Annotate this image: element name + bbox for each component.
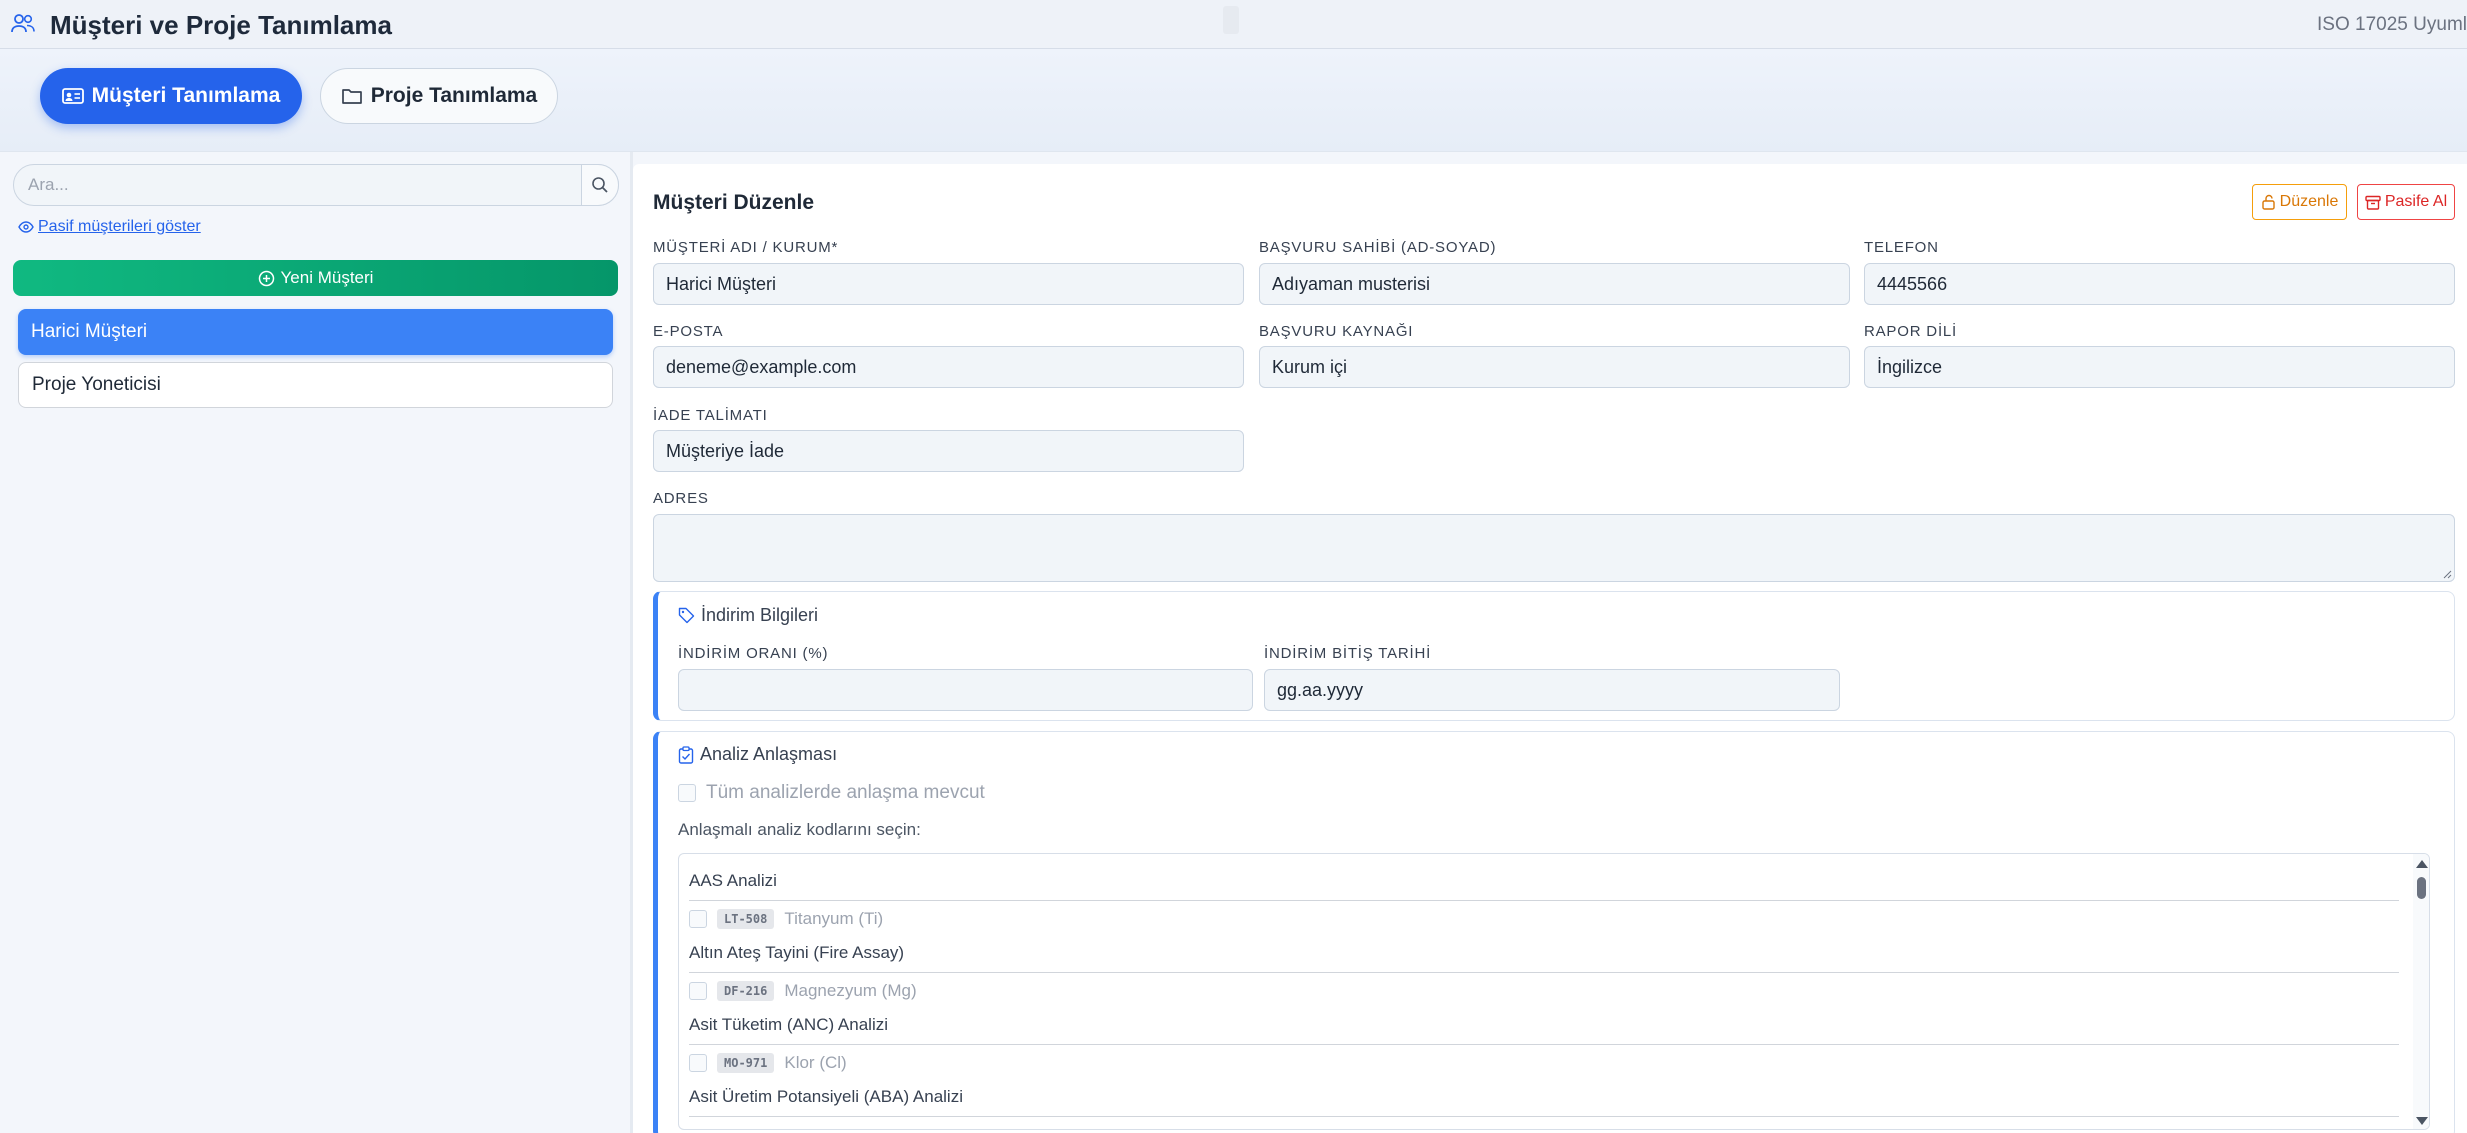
analysis-code-list[interactable]: AAS Analizi LT-508 Titanyum (Ti) Altın A…: [678, 853, 2430, 1130]
resize-grip-icon[interactable]: [2442, 569, 2452, 579]
analysis-group-header: Asit Tüketim (ANC) Analizi: [689, 1015, 889, 1034]
analysis-group-header: Asit Üretim Potansiyeli (ABA) Analizi: [689, 1087, 963, 1106]
customer-name-field[interactable]: Harici Müşteri: [653, 263, 1244, 305]
address-textarea[interactable]: [653, 514, 2455, 582]
drag-handle: [1223, 6, 1239, 34]
customer-name-label: MÜŞTERİ ADI / KURUM*: [653, 239, 839, 256]
search-button[interactable]: [581, 164, 619, 206]
customer-list-item[interactable]: Harici Müşteri: [18, 309, 613, 355]
analysis-item-checkbox[interactable]: [689, 910, 707, 928]
phone-label: TELEFON: [1864, 239, 1939, 256]
analysis-item[interactable]: MO-971 Klor (Cl): [689, 1053, 847, 1073]
analysis-item[interactable]: DF-216 Magnezyum (Mg): [689, 981, 917, 1001]
all-analyses-option: Tüm analizlerde anlaşma mevcut: [678, 782, 985, 804]
analysis-item-checkbox[interactable]: [689, 982, 707, 1000]
analysis-item-checkbox[interactable]: [689, 1054, 707, 1072]
return-instruction-field[interactable]: Müşteriye İade: [653, 430, 1244, 472]
address-label: ADRES: [653, 490, 709, 507]
list-divider: [689, 1044, 2399, 1045]
discount-end-label: İNDİRİM BİTİŞ TARİHİ: [1264, 645, 1432, 662]
folder-icon: [341, 89, 362, 104]
customer-sidebar: Pasif müşterileri göster Yeni Müşteri Ha…: [0, 152, 630, 1133]
search-input[interactable]: [14, 165, 582, 205]
applicant-field[interactable]: Adıyaman musterisi: [1259, 263, 1850, 305]
agreement-title: Analiz Anlaşması: [678, 744, 837, 765]
list-divider: [689, 1116, 2399, 1117]
email-label: E-POSTA: [653, 323, 724, 340]
all-analyses-label: Tüm analizlerde anlaşma mevcut: [706, 782, 985, 803]
unlock-icon: [2261, 194, 2275, 210]
tab-project-label: Proje Tanımlama: [370, 84, 538, 107]
plus-circle-icon: [258, 270, 274, 286]
analysis-item-label: Titanyum (Ti): [784, 909, 884, 928]
select-codes-label: Anlaşmalı analiz kodlarını seçin:: [678, 820, 921, 839]
edit-button-label: Düzenle: [2279, 193, 2339, 210]
report-language-label: RAPOR DİLİ: [1864, 323, 1958, 340]
analysis-group-header: Altın Ateş Tayini (Fire Assay): [689, 943, 905, 962]
users-icon: [11, 14, 35, 33]
discount-section: İndirim Bilgileri İNDİRİM ORANI (%) İNDİ…: [653, 591, 2455, 721]
id-card-icon: [61, 88, 84, 104]
set-passive-button[interactable]: Pasife Al: [2357, 184, 2455, 220]
discount-rate-field[interactable]: [678, 669, 1253, 711]
source-label: BAŞVURU KAYNAĞI: [1259, 323, 1414, 340]
tab-project[interactable]: Proje Tanımlama: [320, 68, 558, 124]
analysis-code-badge: MO-971: [717, 1053, 775, 1073]
report-language-field[interactable]: İngilizce: [1864, 346, 2455, 388]
customer-list-item[interactable]: Proje Yoneticisi: [18, 362, 613, 408]
list-divider: [689, 972, 2399, 973]
analysis-code-badge: DF-216: [717, 981, 775, 1001]
applicant-label: BAŞVURU SAHİBİ (AD-SOYAD): [1259, 239, 1497, 256]
discount-end-date-field[interactable]: gg.aa.yyyy: [1264, 669, 1840, 711]
eye-icon: [18, 221, 34, 233]
analysis-code-badge: LT-508: [717, 909, 775, 929]
new-customer-button[interactable]: Yeni Müşteri: [13, 260, 618, 296]
return-instruction-label: İADE TALİMATI: [653, 407, 768, 424]
set-passive-label: Pasife Al: [2384, 193, 2448, 210]
scroll-up-icon[interactable]: [2416, 860, 2428, 868]
discount-title-text: İndirim Bilgileri: [701, 605, 819, 625]
customer-edit-panel: Müşteri Düzenle Düzenle Pasife Al MÜŞTER…: [633, 164, 2467, 1133]
analysis-item-label: Klor (Cl): [784, 1053, 847, 1072]
email-field[interactable]: deneme@example.com: [653, 346, 1244, 388]
analysis-item-label: Magnezyum (Mg): [784, 981, 917, 1000]
page-title: Müşteri ve Proje Tanımlama: [50, 10, 392, 40]
show-passive-link[interactable]: Pasif müşterileri göster: [18, 218, 201, 236]
tag-icon: [678, 607, 695, 624]
new-customer-label: Yeni Müşteri: [280, 268, 374, 287]
phone-field[interactable]: 4445566: [1864, 263, 2455, 305]
tab-customer-label: Müşteri Tanımlama: [91, 84, 281, 107]
all-analyses-checkbox[interactable]: [678, 784, 696, 802]
list-divider: [689, 900, 2399, 901]
tab-bar: Müşteri Tanımlama Proje Tanımlama: [0, 49, 2467, 152]
search-icon: [592, 177, 608, 193]
tab-customer[interactable]: Müşteri Tanımlama: [40, 68, 302, 124]
edit-button[interactable]: Düzenle: [2252, 184, 2347, 220]
search-box: [13, 164, 619, 206]
agreement-section: Analiz Anlaşması Tüm analizlerde anlaşma…: [653, 731, 2455, 1133]
top-bar: Müşteri ve Proje Tanımlama ISO 17025 Uyu…: [0, 0, 2467, 49]
form-title: Müşteri Düzenle: [653, 191, 815, 214]
source-field[interactable]: Kurum içi: [1259, 346, 1850, 388]
scroll-down-icon[interactable]: [2416, 1117, 2428, 1125]
discount-rate-label: İNDİRİM ORANI (%): [678, 645, 829, 662]
iso-label: ISO 17025 Uyuml: [2317, 14, 2467, 35]
list-scrollbar[interactable]: [2413, 854, 2429, 1129]
analysis-item[interactable]: LT-508 Titanyum (Ti): [689, 909, 883, 929]
show-passive-label: Pasif müşterileri göster: [38, 218, 201, 235]
archive-icon: [2365, 195, 2381, 210]
analysis-group-header: AAS Analizi: [689, 871, 777, 890]
discount-title: İndirim Bilgileri: [678, 605, 818, 626]
agreement-title-text: Analiz Anlaşması: [700, 744, 838, 764]
scroll-thumb[interactable]: [2417, 877, 2426, 899]
clipboard-check-icon: [678, 745, 694, 764]
